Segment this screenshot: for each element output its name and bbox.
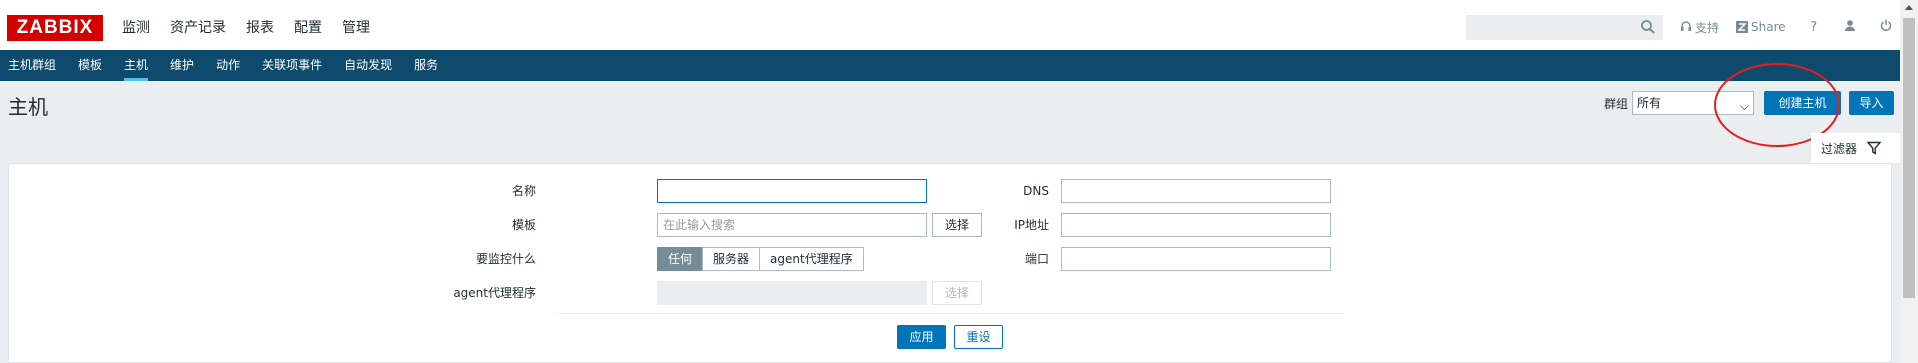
template-label: 模板 — [511, 218, 536, 232]
main-nav-monitoring[interactable]: 监测 — [122, 19, 150, 37]
port-label: 端口 — [1024, 252, 1049, 266]
sub-nav-discovery[interactable]: 自动发现 — [344, 50, 392, 81]
main-nav-administration[interactable]: 管理 — [342, 19, 370, 37]
support-link[interactable]: 支持 — [1680, 19, 1719, 36]
support-label: 支持 — [1695, 20, 1720, 35]
filter-divider — [557, 313, 1343, 314]
page-scrollbar[interactable] — [1900, 0, 1918, 363]
sub-nav-host-groups[interactable]: 主机群组 — [8, 50, 56, 81]
sub-nav-templates[interactable]: 模板 — [78, 50, 102, 81]
top-right-tools: 支持 Share ? — [1466, 14, 1894, 40]
sign-out-icon[interactable] — [1878, 19, 1894, 35]
main-nav-inventory[interactable]: 资产记录 — [170, 19, 226, 37]
share-label: Share — [1751, 20, 1786, 34]
reset-button[interactable]: 重设 — [954, 325, 1003, 349]
headset-icon — [1681, 21, 1691, 31]
monitor-option-any[interactable]: 任何 — [657, 247, 704, 271]
filter-funnel-icon — [1867, 141, 1882, 155]
zabbix-logo[interactable]: ZABBIX — [7, 15, 103, 41]
sub-nav-actions[interactable]: 动作 — [216, 50, 240, 81]
sub-nav-hosts[interactable]: 主机 — [124, 50, 149, 81]
global-search — [1466, 14, 1663, 40]
search-input[interactable] — [1467, 15, 1637, 39]
proxy-label: agent代理程序 — [453, 286, 536, 300]
page-header: 主机 群组 所有 ⌵ 创建主机 导入 — [0, 81, 1900, 123]
monitor-option-server[interactable]: 服务器 — [702, 247, 761, 271]
filter-tab[interactable]: 过滤器 — [1811, 133, 1900, 163]
page-title: 主机 — [8, 95, 48, 119]
main-nav-configuration[interactable]: 配置 — [294, 19, 322, 59]
filter-panel: 名称 模板 在此输入搜索 选择 要监控什么 任何 服务器 agent代理程序 a… — [8, 163, 1892, 363]
sub-nav-maintenance[interactable]: 维护 — [170, 50, 194, 81]
name-label: 名称 — [511, 184, 536, 198]
name-input[interactable] — [657, 179, 927, 203]
import-button[interactable]: 导入 — [1849, 91, 1895, 115]
monitor-what-label: 要监控什么 — [475, 252, 536, 266]
top-bar: ZABBIX 监测 资产记录 报表 配置 管理 支持 Share ? — [0, 0, 1900, 59]
scrollbar-thumb[interactable] — [1903, 18, 1915, 298]
main-nav: 监测 资产记录 报表 配置 管理 — [122, 19, 390, 59]
group-select-value: 所有 — [1637, 96, 1662, 110]
help-icon[interactable]: ? — [1806, 20, 1822, 35]
monitor-option-proxy[interactable]: agent代理程序 — [759, 247, 864, 271]
search-icon[interactable] — [1640, 19, 1656, 35]
ip-address-input[interactable] — [1061, 213, 1331, 237]
sub-nav-services[interactable]: 服务 — [414, 50, 438, 81]
share-link[interactable]: Share — [1736, 20, 1786, 34]
sub-nav-event-correlation[interactable]: 关联项事件 — [262, 50, 322, 81]
template-search-input[interactable]: 在此输入搜索 — [657, 213, 927, 237]
group-label: 群组 — [1604, 96, 1629, 111]
dns-input[interactable] — [1061, 179, 1331, 203]
share-z-icon — [1736, 21, 1749, 33]
filter-tab-label: 过滤器 — [1821, 141, 1858, 156]
main-nav-reports[interactable]: 报表 — [246, 19, 274, 37]
scroll-up-arrow-icon[interactable] — [1905, 5, 1913, 10]
ip-address-label: IP地址 — [1014, 218, 1049, 232]
port-input[interactable] — [1061, 247, 1331, 271]
proxy-select-button: 选择 — [932, 281, 982, 305]
monitor-what-segmented: 任何 服务器 agent代理程序 — [657, 247, 864, 271]
dns-label: DNS — [1023, 184, 1049, 198]
sub-nav: 主机群组 模板 主机 维护 动作 关联项事件 自动发现 服务 — [0, 50, 1900, 81]
apply-button[interactable]: 应用 — [897, 325, 946, 349]
proxy-input — [657, 281, 927, 305]
user-profile-icon[interactable] — [1842, 19, 1858, 35]
